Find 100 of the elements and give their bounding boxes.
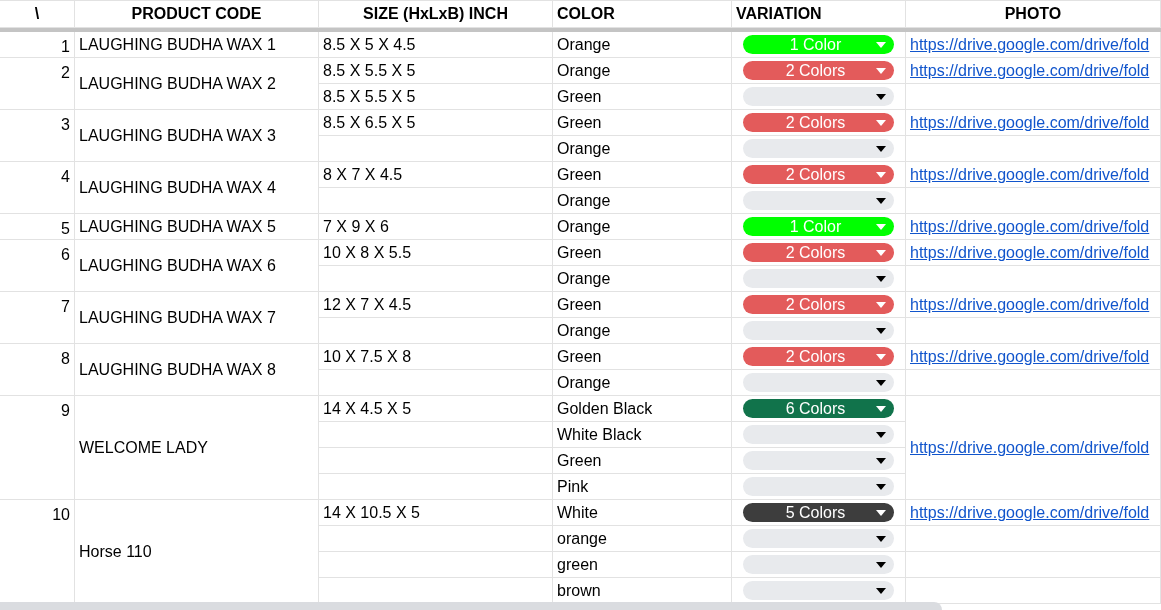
photo-link[interactable]: https://drive.google.com/drive/fold xyxy=(910,240,1150,265)
table-cell: Green xyxy=(553,292,732,318)
photo-link[interactable]: https://drive.google.com/drive/fold xyxy=(910,435,1150,460)
caret-icon xyxy=(876,171,886,178)
photo-link[interactable]: https://drive.google.com/drive/fold xyxy=(910,292,1150,317)
table-cell: 14 X 4.5 X 5 xyxy=(319,396,553,422)
caret-icon xyxy=(876,223,886,230)
photo-link[interactable]: https://drive.google.com/drive/fold xyxy=(910,500,1150,525)
caret-icon xyxy=(876,249,886,256)
table-cell: LAUGHING BUDHA WAX 1 xyxy=(75,32,319,58)
table-cell: Orange xyxy=(553,188,732,214)
variation-dropdown[interactable]: 5 Colors xyxy=(743,503,894,522)
variation-dropdown[interactable] xyxy=(743,451,894,470)
row-number: 5 xyxy=(0,214,75,240)
table-cell: LAUGHING BUDHA WAX 5 xyxy=(75,214,319,240)
table-cell: Pink xyxy=(553,474,732,500)
table-cell: Green xyxy=(553,162,732,188)
variation-dropdown[interactable] xyxy=(743,425,894,444)
row-number: 7 xyxy=(0,292,75,344)
table-cell: Orange xyxy=(553,266,732,292)
caret-icon xyxy=(876,145,886,152)
variation-dropdown[interactable] xyxy=(743,87,894,106)
column-header: COLOR xyxy=(553,1,732,28)
variation-dropdown[interactable]: 2 Colors xyxy=(743,61,894,80)
caret-icon xyxy=(876,197,886,204)
variation-dropdown[interactable] xyxy=(743,269,894,288)
column-header: VARIATION xyxy=(732,1,906,28)
table-cell: LAUGHING BUDHA WAX 3 xyxy=(75,110,319,162)
table-cell: 8.5 X 6.5 X 5 xyxy=(319,110,553,136)
table-cell: 8.5 X 5.5 X 5 xyxy=(319,58,553,84)
row-number: 6 xyxy=(0,240,75,292)
photo-link[interactable]: https://drive.google.com/drive/fold xyxy=(910,214,1150,239)
variation-dropdown[interactable] xyxy=(743,191,894,210)
table-cell: Orange xyxy=(553,318,732,344)
photo-link[interactable]: https://drive.google.com/drive/fold xyxy=(910,32,1150,57)
photo-link[interactable]: https://drive.google.com/drive/fold xyxy=(910,162,1150,187)
caret-icon xyxy=(876,275,886,282)
variation-dropdown[interactable]: 2 Colors xyxy=(743,243,894,262)
caret-icon xyxy=(876,119,886,126)
photo-link[interactable]: https://drive.google.com/drive/fold xyxy=(910,58,1150,83)
row-number: 3 xyxy=(0,110,75,162)
table-cell: orange xyxy=(553,526,732,552)
table-cell: LAUGHING BUDHA WAX 7 xyxy=(75,292,319,344)
variation-dropdown[interactable] xyxy=(743,477,894,496)
table-cell: Green xyxy=(553,240,732,266)
caret-icon xyxy=(876,301,886,308)
column-header: PRODUCT CODE xyxy=(75,1,319,28)
table-cell: green xyxy=(553,552,732,578)
caret-icon xyxy=(876,431,886,438)
table-cell: 8.5 X 5.5 X 5 xyxy=(319,84,553,110)
photo-link[interactable]: https://drive.google.com/drive/fold xyxy=(910,110,1150,135)
caret-icon xyxy=(876,509,886,516)
variation-dropdown[interactable]: 2 Colors xyxy=(743,113,894,132)
column-header: PHOTO xyxy=(906,1,1161,28)
caret-icon xyxy=(876,405,886,412)
caret-icon xyxy=(876,457,886,464)
variation-dropdown[interactable]: 2 Colors xyxy=(743,295,894,314)
table-cell: LAUGHING BUDHA WAX 4 xyxy=(75,162,319,214)
table-cell: 10 X 7.5 X 8 xyxy=(319,344,553,370)
table-cell: Green xyxy=(553,448,732,474)
table-cell: Green xyxy=(553,344,732,370)
variation-dropdown[interactable] xyxy=(743,321,894,340)
variation-dropdown[interactable] xyxy=(743,555,894,574)
variation-dropdown[interactable] xyxy=(743,139,894,158)
table-cell: Golden Black xyxy=(553,396,732,422)
caret-icon xyxy=(876,41,886,48)
variation-dropdown[interactable]: 2 Colors xyxy=(743,347,894,366)
table-cell: 14 X 10.5 X 5 xyxy=(319,500,553,526)
variation-dropdown[interactable] xyxy=(743,373,894,392)
row-number: 1 xyxy=(0,32,75,58)
photo-link[interactable]: https://drive.google.com/drive/fold xyxy=(910,344,1150,369)
table-cell: LAUGHING BUDHA WAX 6 xyxy=(75,240,319,292)
table-cell: 10 X 8 X 5.5 xyxy=(319,240,553,266)
table-cell: Green xyxy=(553,84,732,110)
table-cell: Orange xyxy=(553,32,732,58)
table-cell: Orange xyxy=(553,58,732,84)
table-cell: 8.5 X 5 X 4.5 xyxy=(319,32,553,58)
row-number: 2 xyxy=(0,58,75,110)
table-cell: 8 X 7 X 4.5 xyxy=(319,162,553,188)
caret-icon xyxy=(876,67,886,74)
variation-dropdown[interactable]: 2 Colors xyxy=(743,165,894,184)
caret-icon xyxy=(876,93,886,100)
variation-dropdown[interactable] xyxy=(743,581,894,600)
variation-dropdown[interactable]: 6 Colors xyxy=(743,399,894,418)
table-cell: Green xyxy=(553,110,732,136)
caret-icon xyxy=(876,327,886,334)
caret-icon xyxy=(876,587,886,594)
table-cell: LAUGHING BUDHA WAX 8 xyxy=(75,344,319,396)
caret-icon xyxy=(876,561,886,568)
caret-icon xyxy=(876,353,886,360)
table-cell: WELCOME LADY xyxy=(75,396,319,500)
variation-dropdown[interactable] xyxy=(743,529,894,548)
caret-icon xyxy=(876,379,886,386)
table-cell: Orange xyxy=(553,136,732,162)
scrollbar[interactable] xyxy=(0,602,942,610)
column-header: \ xyxy=(0,1,75,28)
table-cell: White xyxy=(553,500,732,526)
table-cell: Orange xyxy=(553,370,732,396)
table-cell: 12 X 7 X 4.5 xyxy=(319,292,553,318)
row-number: 8 xyxy=(0,344,75,396)
